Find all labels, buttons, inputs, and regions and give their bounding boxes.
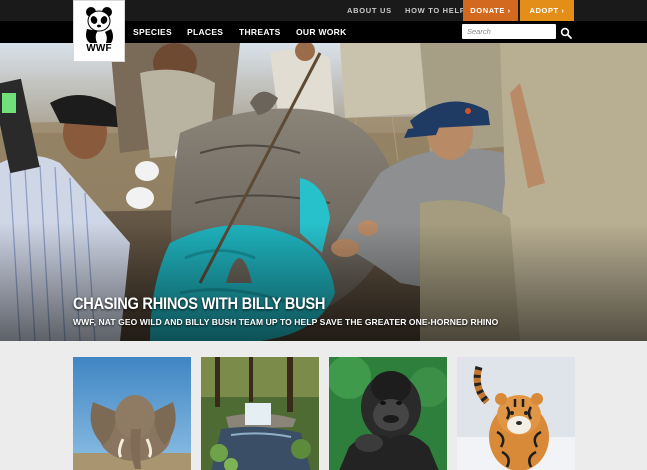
hero-title[interactable]: CHASING RHINOS WITH BILLY BUSH bbox=[73, 294, 325, 314]
thumbnail-elephant[interactable] bbox=[73, 357, 191, 470]
thumbnail-tiger[interactable] bbox=[457, 357, 575, 470]
how-to-help-link[interactable]: HOW TO HELP bbox=[405, 6, 465, 15]
hero-banner[interactable]: CHASING RHINOS WITH BILLY BUSH WWF, NAT … bbox=[0, 43, 647, 341]
elephant-image bbox=[73, 357, 191, 470]
donate-button[interactable]: DONATE › bbox=[463, 0, 518, 21]
about-us-link[interactable]: ABOUT US bbox=[347, 6, 392, 15]
waterfall-image bbox=[201, 357, 319, 470]
wwf-logo[interactable]: WWF bbox=[73, 0, 125, 62]
thumbnail-gorilla[interactable] bbox=[329, 357, 447, 470]
search-input[interactable] bbox=[462, 24, 556, 39]
thumbnail-waterfall[interactable] bbox=[201, 357, 319, 470]
hero-subtitle: WWF, NAT GEO WILD AND BILLY BUSH TEAM UP… bbox=[73, 317, 499, 327]
featured-thumbnails bbox=[0, 341, 647, 470]
panda-icon bbox=[86, 7, 113, 43]
nav-threats[interactable]: THREATS bbox=[239, 27, 281, 37]
nav-places[interactable]: PLACES bbox=[187, 27, 223, 37]
tiger-image bbox=[457, 357, 575, 470]
search-icon[interactable] bbox=[560, 26, 572, 39]
nav-species[interactable]: SPECIES bbox=[133, 27, 172, 37]
gorilla-image bbox=[329, 357, 447, 470]
logo-text: WWF bbox=[86, 43, 112, 54]
nav-our-work[interactable]: OUR WORK bbox=[296, 27, 347, 37]
adopt-button[interactable]: ADOPT › bbox=[520, 0, 574, 21]
